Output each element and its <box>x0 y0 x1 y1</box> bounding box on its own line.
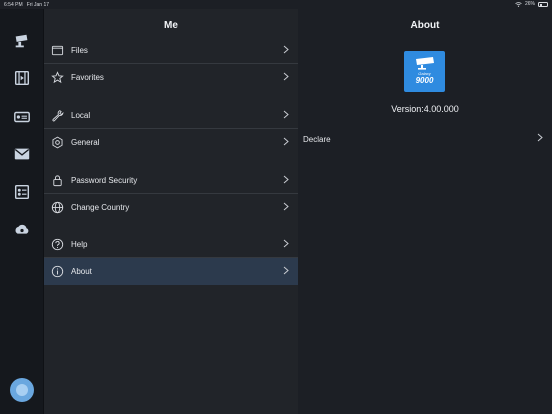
menu-item-local[interactable]: Local <box>44 102 298 129</box>
camera-logo-icon <box>416 57 434 70</box>
avatar[interactable] <box>10 378 34 402</box>
folder-icon <box>51 44 64 57</box>
battery-icon <box>538 1 548 7</box>
menu-item-general[interactable]: General <box>44 129 298 156</box>
dvr-icon[interactable] <box>12 107 32 127</box>
help-icon <box>51 238 64 251</box>
menu-item-label: Help <box>71 240 88 249</box>
mail-icon[interactable] <box>12 144 32 164</box>
cloud-icon[interactable] <box>12 220 32 240</box>
menu-item-password-security[interactable]: Password Security <box>44 167 298 194</box>
menu-item-files[interactable]: Files <box>44 37 298 64</box>
left-rail <box>0 9 44 414</box>
declare-label: Declare <box>303 135 331 144</box>
globe-icon <box>51 201 64 214</box>
menu-item-label: General <box>71 138 100 147</box>
lock-icon <box>51 174 64 187</box>
status-bar: 6:54 PM Fri Jan 17 26% <box>0 0 552 9</box>
menu-item-favorites[interactable]: Favorites <box>44 64 298 91</box>
menu-item-label: Files <box>71 46 88 55</box>
about-panel: About Galaxy 9000 Version:4.00.000 Decla… <box>298 9 552 414</box>
status-time: 6:54 PM Fri Jan 17 <box>4 2 50 8</box>
chevron-right-icon <box>283 72 289 81</box>
wifi-icon <box>515 1 522 7</box>
menu-item-help[interactable]: Help <box>44 231 298 258</box>
app-logo: Galaxy 9000 <box>404 51 445 92</box>
chevron-right-icon <box>283 175 289 184</box>
menu-item-label: Local <box>71 111 91 120</box>
version-text: Version:4.00.000 <box>391 104 459 114</box>
info-icon <box>51 265 64 278</box>
about-title: About <box>410 20 440 31</box>
chevron-right-icon <box>283 137 289 146</box>
status-right: 26% <box>515 1 548 7</box>
menu-item-about[interactable]: About <box>44 258 298 285</box>
chevron-right-icon <box>283 202 289 211</box>
menu-item-label: Password Security <box>71 176 138 185</box>
film-icon[interactable] <box>12 68 32 88</box>
device-list-icon[interactable] <box>12 182 32 202</box>
chevron-right-icon <box>283 239 289 248</box>
menu-item-change-country[interactable]: Change Country <box>44 194 298 221</box>
declare-row[interactable]: Declare <box>298 126 552 152</box>
chevron-right-icon <box>283 45 289 54</box>
star-icon <box>51 71 64 84</box>
chevron-right-icon <box>283 266 289 275</box>
menu-item-label: About <box>71 267 92 276</box>
camera-icon[interactable] <box>12 31 32 51</box>
chevron-right-icon <box>283 110 289 119</box>
wrench-icon <box>51 109 64 122</box>
me-panel: Me Files Favorites Local General Passwor… <box>44 9 298 414</box>
logo-text-num: 9000 <box>415 76 434 85</box>
chevron-right-icon <box>537 133 543 142</box>
menu-item-label: Change Country <box>71 203 130 212</box>
me-title: Me <box>164 20 178 31</box>
battery-percent: 26% <box>524 1 535 7</box>
menu-item-label: Favorites <box>71 73 104 82</box>
gear-icon <box>51 136 64 149</box>
